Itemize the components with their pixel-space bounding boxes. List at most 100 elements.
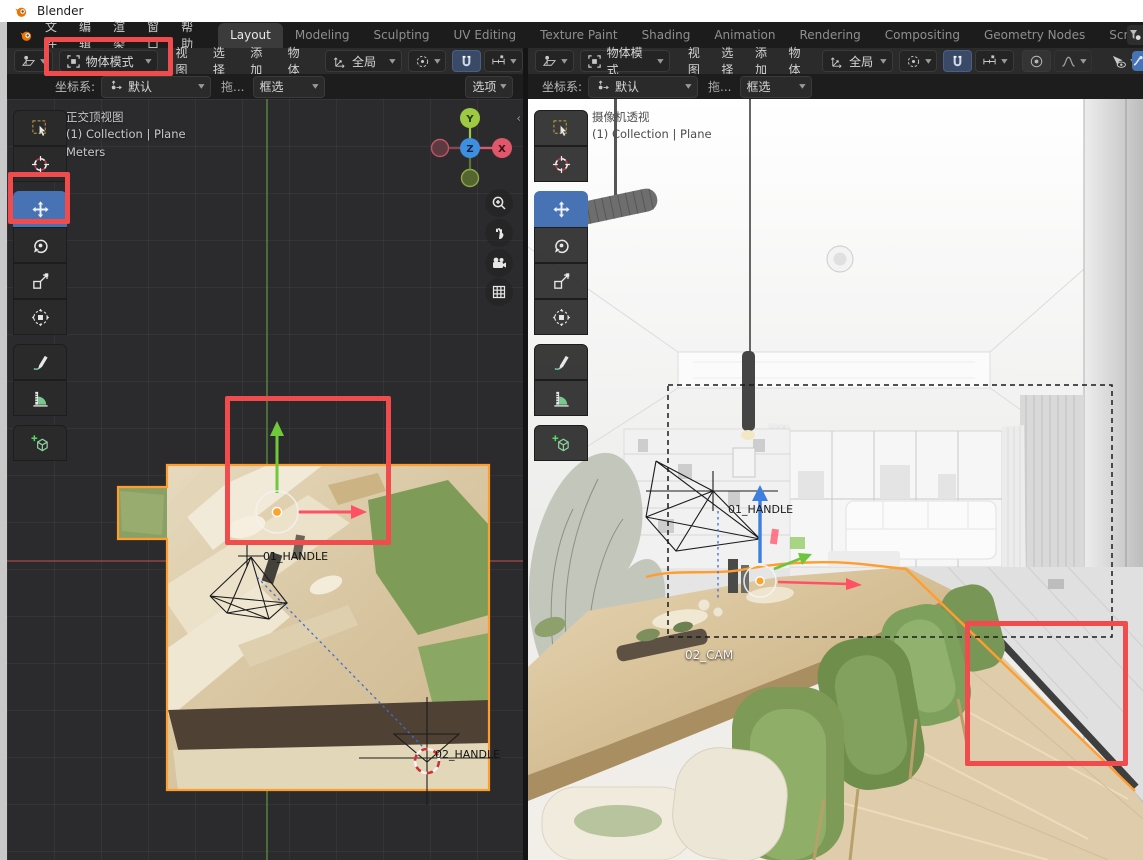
coord-preset-label: 默认 [615,78,639,95]
pan-hand-button[interactable] [485,219,513,247]
annotate-tool-button[interactable] [13,344,67,380]
zoom-button[interactable] [485,189,513,217]
right-viewport-header: ▼ 物体模式 ▼ 视图选择添加物体 全局 ▼ ▼ ▼ [528,48,1143,74]
pivot-icon [415,54,430,69]
units-overlay: Meters [66,145,105,159]
annotation-gizmo-region [225,396,391,545]
overlays-toggle-button[interactable] [1132,51,1143,71]
snap-toggle-button[interactable] [452,50,481,72]
tab-geometry-nodes[interactable]: Geometry Nodes [972,23,1097,48]
snap-settings-dropdown[interactable]: ▼ [484,50,523,72]
proportional-falloff-dropdown[interactable]: ▼ [1054,50,1093,72]
tab-sculpting[interactable]: Sculpting [361,23,441,48]
gizmo-visibility-icon [1111,54,1126,69]
drag-label: 拖... [221,78,244,95]
coord-preset-label: 默认 [128,78,152,95]
editor-type-dropdown[interactable]: ▼ [535,50,574,72]
snap-settings-dropdown[interactable]: ▼ [975,50,1014,72]
snap-toggle-button[interactable] [943,50,972,72]
camera-label: 02_CAM [685,648,733,662]
coord-system-label: 坐标系: [542,78,582,95]
coord-preset-dropdown[interactable]: 默认 ▼ [101,76,211,98]
chevron-down-icon: ▼ [389,58,395,65]
coord-system-label: 坐标系: [55,78,95,95]
viewport-menu-添加[interactable]: 添加 [745,44,779,78]
transform-orientation-dropdown[interactable]: 全局 ▼ [325,50,402,72]
axis-neg-y-ball [462,170,479,187]
magnet-icon [459,54,474,69]
orientation-axes-icon [332,54,347,69]
context-overlay: (1) Collection | Plane [592,127,712,141]
scene-selector-icon[interactable] [1127,25,1143,45]
chevron-down-icon: ▼ [510,58,516,65]
navigation-gizmo[interactable]: Y X Z [424,102,520,198]
handle1-label: 01_HANDLE [728,503,793,516]
transform-tool-button[interactable] [534,299,588,335]
magnet-icon [950,54,965,69]
viewport-menu-视图[interactable]: 视图 [678,44,712,78]
blender-window: Blender 文件编辑渲染窗口帮助 LayoutModelingSculpti… [0,0,1143,860]
measure-tool-button[interactable] [13,380,67,416]
context-overlay: (1) Collection | Plane [66,127,186,141]
move-tool-button[interactable] [534,191,588,227]
orientation-label: 全局 [849,53,873,70]
viewport-menu-物体[interactable]: 物体 [278,44,315,78]
proportional-edit-icon [1029,54,1044,69]
camera-view-button[interactable] [485,249,513,277]
axis-neg-x-ball [432,140,449,157]
rotate-tool-button[interactable] [13,227,67,263]
scale-tool-button[interactable] [534,263,588,299]
viewport-menu-选择[interactable]: 选择 [711,44,745,78]
annotation-mode-dropdown [44,37,173,76]
left-toolbar [13,110,67,461]
pivot-point-dropdown[interactable]: ▼ [899,50,938,72]
blender-menu-icon[interactable] [19,28,34,43]
annotation-floor-corner [965,621,1128,766]
chevron-down-icon: ▼ [657,58,663,65]
tab-compositing[interactable]: Compositing [873,23,972,48]
options-label: 选项 [472,78,496,95]
pivot-point-dropdown[interactable]: ▼ [408,50,447,72]
perspective-toggle-button[interactable] [485,278,513,306]
annotation-move-tool [8,172,70,224]
chevron-down-icon: ▼ [500,83,506,90]
chevron-down-icon: ▼ [685,83,691,90]
mode-label: 物体模式 [607,44,654,78]
viewport-menu-添加[interactable]: 添加 [240,44,277,78]
scale-tool-button[interactable] [13,263,67,299]
handle2-label: 02_HANDLE [435,748,500,761]
transform-tool-button[interactable] [13,299,67,335]
falloff-curve-icon [1061,54,1076,69]
view-name-overlay: 摄像机透视 [592,109,650,125]
cursor-tool-button[interactable] [534,146,588,182]
handle1-label: 01_HANDLE [263,550,328,563]
transform-orientation-dropdown[interactable]: 全局 ▼ [822,50,892,72]
viewport-menu-选择[interactable]: 选择 [203,44,240,78]
cursor-target-icon [595,79,610,94]
tab-uv-editing[interactable]: UV Editing [442,23,529,48]
select-mode-dropdown[interactable]: 框选 ▼ [253,76,325,98]
options-dropdown[interactable]: 选项 ▼ [465,76,513,98]
proportional-edit-toggle[interactable] [1022,50,1051,72]
select-box-tool-button[interactable] [13,110,67,146]
add-cube-tool-button[interactable] [13,425,67,461]
coord-preset-dropdown[interactable]: 默认 ▼ [588,76,698,98]
select-box-tool-button[interactable] [534,110,588,146]
snap-increment-icon [491,54,506,69]
viewport-menu-物体[interactable]: 物体 [779,44,813,78]
orientation-label: 全局 [352,53,376,70]
rotate-tool-button[interactable] [534,227,588,263]
left-viewport-menus: 视图选择添加物体 [166,44,315,78]
right-tool-settings-bar: 坐标系: 默认 ▼ 拖... 框选 ▼ [528,74,1143,99]
measure-tool-button[interactable] [534,380,588,416]
add-cube-tool-button[interactable] [534,425,588,461]
orientation-axes-icon [829,54,844,69]
chevron-down-icon: ▼ [880,58,886,65]
snap-increment-icon [982,54,997,69]
right-toolbar [534,110,588,461]
select-mode-label: 框选 [747,78,771,95]
object-mode-icon [587,54,602,69]
select-mode-dropdown[interactable]: 框选 ▼ [740,76,812,98]
annotate-tool-button[interactable] [534,344,588,380]
mode-dropdown[interactable]: 物体模式 ▼ [580,50,670,72]
